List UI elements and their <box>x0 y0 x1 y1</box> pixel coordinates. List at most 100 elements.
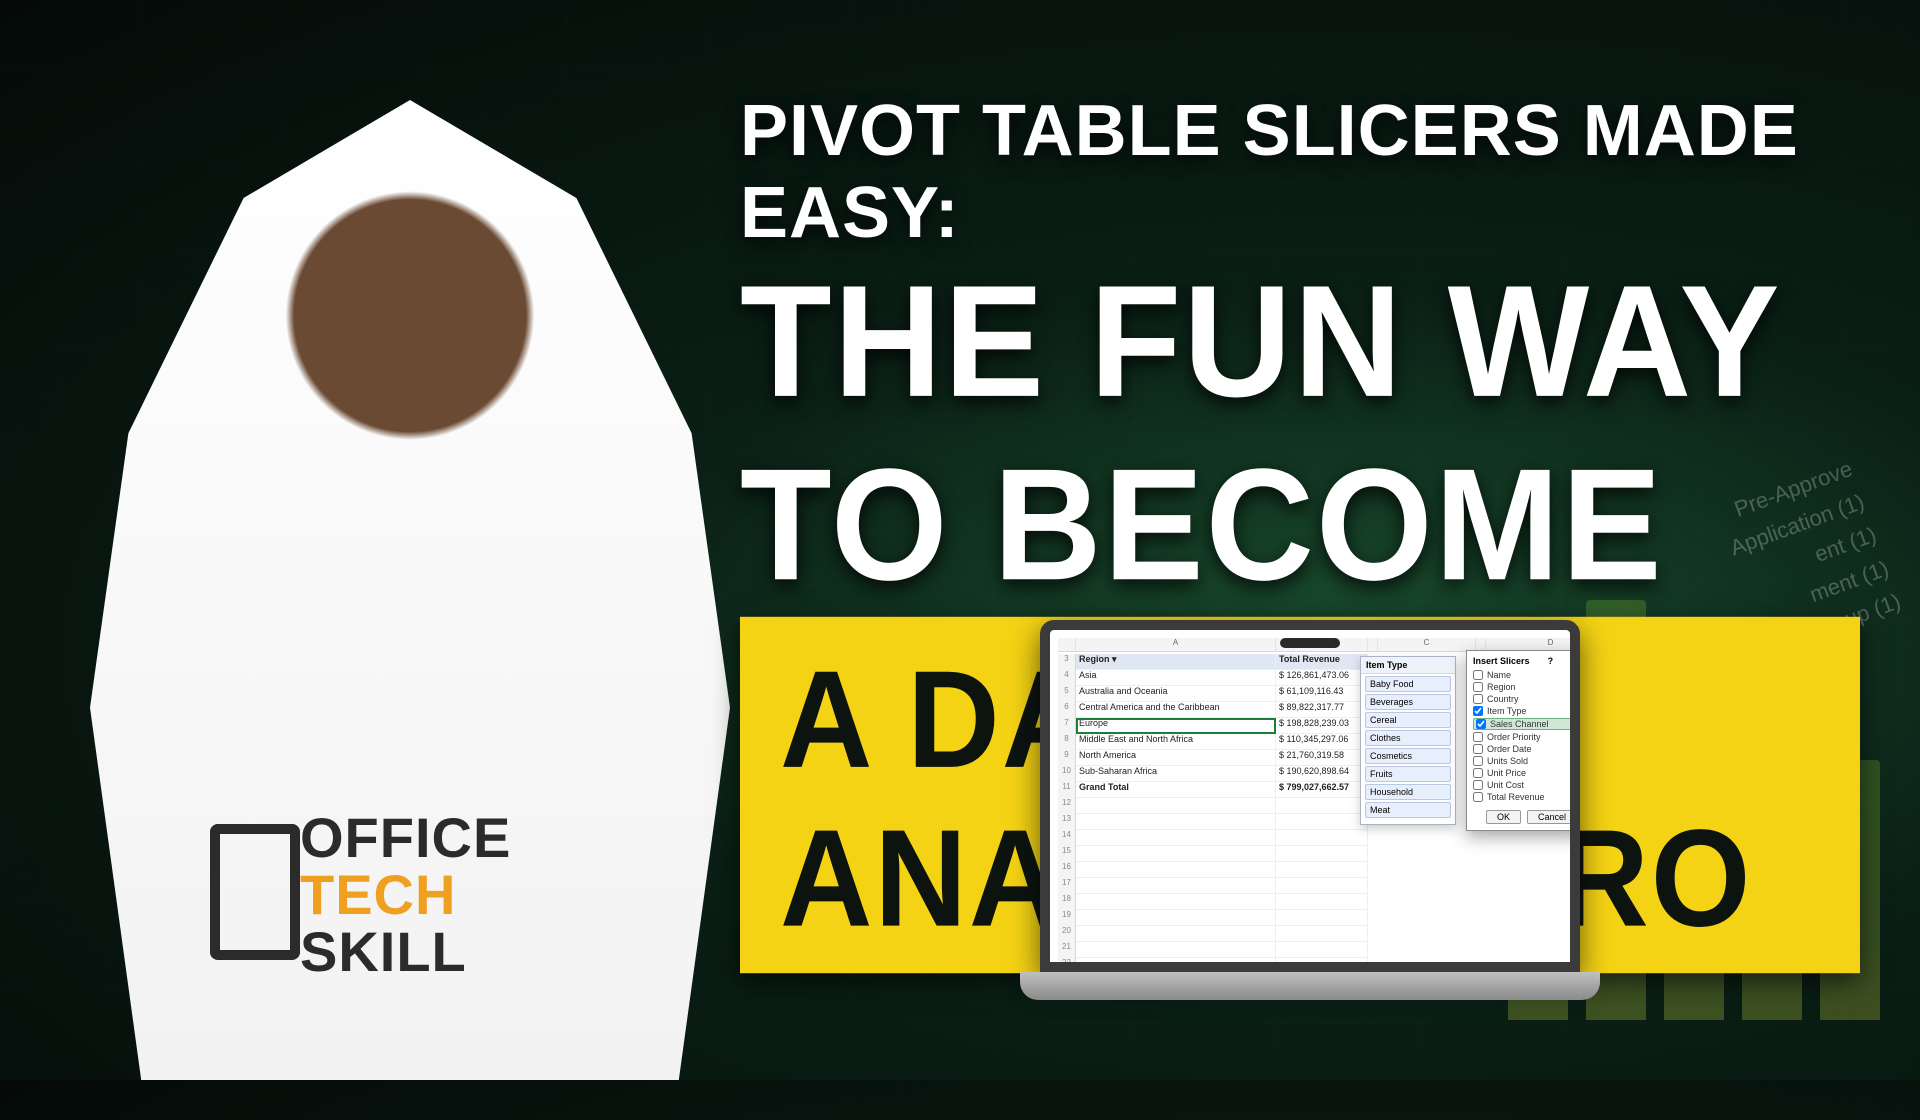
checkbox[interactable] <box>1473 792 1483 802</box>
dialog-field[interactable]: Unit Cost <box>1473 780 1577 790</box>
grand-total-label: Grand Total <box>1076 782 1276 798</box>
dialog-title: Insert Slicers <box>1473 656 1530 666</box>
pivot-header-region[interactable]: Region ▾ <box>1076 654 1276 670</box>
laptop-screen: ABCD3Region ▾Total Revenue4Asia$ 126,861… <box>1040 620 1580 972</box>
row-number: 17 <box>1058 878 1076 894</box>
column-header <box>1368 638 1378 651</box>
shirt-line1: OFFICE <box>300 809 511 866</box>
row-number: 15 <box>1058 846 1076 862</box>
shirt-line3: SKILL <box>300 923 511 980</box>
ok-button[interactable]: OK <box>1486 810 1521 824</box>
pivot-revenue-cell[interactable]: $ 89,822,317.77 <box>1276 702 1368 718</box>
column-header: A <box>1076 638 1276 651</box>
insert-slicers-dialog[interactable]: Insert Slicers ? × Name Region Country Item… <box>1466 650 1580 831</box>
pivot-region-cell[interactable]: Middle East and North Africa <box>1076 734 1276 750</box>
slicer-option[interactable]: Cereal <box>1365 712 1451 728</box>
pivot-revenue-cell[interactable]: $ 198,828,239.03 <box>1276 718 1368 734</box>
pivot-region-cell[interactable]: Australia and Oceania <box>1076 686 1276 702</box>
webcam-notch <box>1280 638 1340 648</box>
checkbox[interactable] <box>1476 719 1486 729</box>
dialog-field[interactable]: Order Priority <box>1473 732 1577 742</box>
dialog-field-label: Sales Channel <box>1490 719 1549 729</box>
dialog-field[interactable]: Item Type <box>1473 706 1577 716</box>
column-header: C <box>1378 638 1476 651</box>
slicer-option[interactable]: Clothes <box>1365 730 1451 746</box>
shirt-logo-icon <box>210 860 300 960</box>
checkbox[interactable] <box>1473 768 1483 778</box>
row-number: 4 <box>1058 670 1076 686</box>
checkbox[interactable] <box>1473 706 1483 716</box>
dialog-field[interactable]: Sales Channel <box>1473 718 1577 730</box>
pivot-region-cell[interactable]: Europe <box>1076 718 1276 734</box>
shirt-line2: TECH <box>300 866 511 923</box>
row-number: 11 <box>1058 782 1076 798</box>
pivot-region-cell[interactable]: Sub-Saharan Africa <box>1076 766 1276 782</box>
slicer-option[interactable]: Beverages <box>1365 694 1451 710</box>
dialog-field-label: Unit Price <box>1487 768 1526 778</box>
column-header <box>1058 638 1076 651</box>
pivot-region-cell[interactable]: North America <box>1076 750 1276 766</box>
checkbox[interactable] <box>1473 756 1483 766</box>
pivot-region-cell[interactable]: Central America and the Caribbean <box>1076 702 1276 718</box>
dialog-field[interactable]: Unit Price <box>1473 768 1577 778</box>
pivot-revenue-cell[interactable]: $ 110,345,297.06 <box>1276 734 1368 750</box>
close-icon[interactable]: × <box>1571 655 1577 666</box>
dialog-field[interactable]: Order Date <box>1473 744 1577 754</box>
slicer-option[interactable]: Fruits <box>1365 766 1451 782</box>
laptop-base <box>1020 972 1600 1000</box>
pivot-revenue-cell[interactable]: $ 126,861,473.06 <box>1276 670 1368 686</box>
dialog-field[interactable]: Units Sold <box>1473 756 1577 766</box>
row-number: 7 <box>1058 718 1076 734</box>
slicer-option[interactable]: Household <box>1365 784 1451 800</box>
dialog-field-label: Item Type <box>1487 706 1526 716</box>
row-number: 14 <box>1058 830 1076 846</box>
pivot-revenue-cell[interactable]: $ 21,760,319.58 <box>1276 750 1368 766</box>
row-number: 3 <box>1058 654 1076 670</box>
row-number: 21 <box>1058 942 1076 958</box>
checkbox[interactable] <box>1473 744 1483 754</box>
pivot-header-revenue[interactable]: Total Revenue <box>1276 654 1368 670</box>
dialog-help-icon[interactable]: ? <box>1548 656 1554 666</box>
row-number: 5 <box>1058 686 1076 702</box>
row-number: 9 <box>1058 750 1076 766</box>
dialog-field-label: Unit Cost <box>1487 780 1524 790</box>
title-line2: The Fun Way to Become <box>740 250 1860 617</box>
pivot-revenue-cell[interactable]: $ 190,620,898.64 <box>1276 766 1368 782</box>
checkbox[interactable] <box>1473 694 1483 704</box>
title-line1: Pivot Table Slicers Made Easy: <box>740 90 1860 254</box>
laptop-mockup: ABCD3Region ▾Total Revenue4Asia$ 126,861… <box>1020 620 1600 1000</box>
pivot-region-cell[interactable]: Asia <box>1076 670 1276 686</box>
dialog-field-label: Region <box>1487 682 1516 692</box>
row-number: 18 <box>1058 894 1076 910</box>
dialog-field[interactable]: Name <box>1473 670 1577 680</box>
row-number: 10 <box>1058 766 1076 782</box>
dialog-field-label: Total Revenue <box>1487 792 1545 802</box>
row-number: 8 <box>1058 734 1076 750</box>
pivot-revenue-cell[interactable]: $ 61,109,116.43 <box>1276 686 1368 702</box>
checkbox[interactable] <box>1473 780 1483 790</box>
checkbox[interactable] <box>1473 682 1483 692</box>
row-number: 19 <box>1058 910 1076 926</box>
shirt-brand-text: OFFICE TECH SKILL <box>300 809 511 980</box>
dialog-field-label: Name <box>1487 670 1511 680</box>
row-number: 13 <box>1058 814 1076 830</box>
dialog-field[interactable]: Country <box>1473 694 1577 704</box>
slicer-option[interactable]: Baby Food <box>1365 676 1451 692</box>
dialog-field[interactable]: Total Revenue <box>1473 792 1577 802</box>
dialog-field[interactable]: Region <box>1473 682 1577 692</box>
dialog-field-label: Units Sold <box>1487 756 1528 766</box>
slicer-panel[interactable]: Item Type Baby FoodBeveragesCerealClothe… <box>1360 656 1456 825</box>
row-number: 6 <box>1058 702 1076 718</box>
dialog-field-label: Order Priority <box>1487 732 1541 742</box>
checkbox[interactable] <box>1473 732 1483 742</box>
grand-total-value: $ 799,027,662.57 <box>1276 782 1368 798</box>
row-number: 22 <box>1058 958 1076 972</box>
dialog-field-label: Order Date <box>1487 744 1532 754</box>
checkbox[interactable] <box>1473 670 1483 680</box>
slicer-option[interactable]: Cosmetics <box>1365 748 1451 764</box>
row-number: 20 <box>1058 926 1076 942</box>
slicer-option[interactable]: Meat <box>1365 802 1451 818</box>
cancel-button[interactable]: Cancel <box>1527 810 1577 824</box>
row-number: 16 <box>1058 862 1076 878</box>
row-number: 12 <box>1058 798 1076 814</box>
